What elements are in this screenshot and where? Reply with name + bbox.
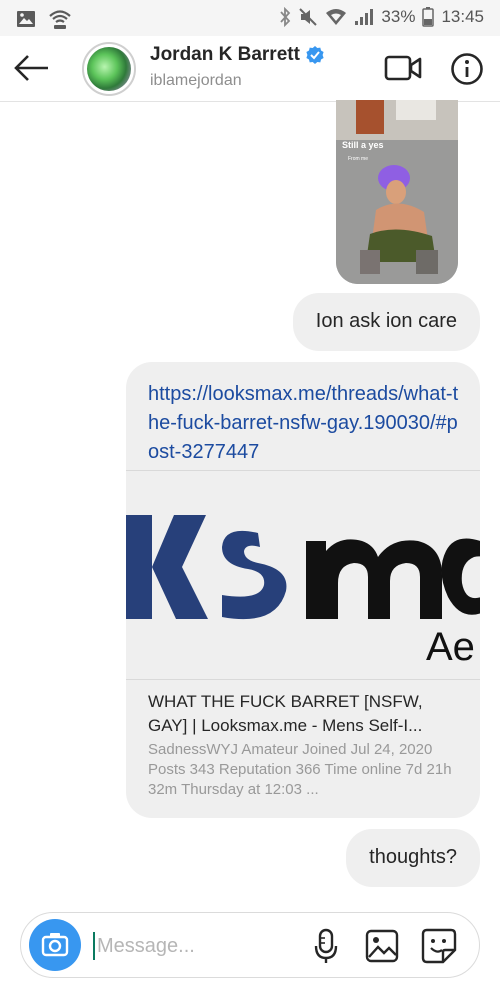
verified-badge-icon	[306, 46, 324, 64]
preview-logo-text: Ae	[426, 625, 475, 669]
chat-header: Jordan K Barrett iblamejordan	[0, 36, 500, 102]
info-icon[interactable]	[450, 52, 484, 86]
avatar[interactable]	[82, 42, 136, 96]
message-bubble[interactable]: Ion ask ion care	[292, 293, 480, 351]
battery-icon	[422, 7, 435, 27]
message-link-url[interactable]: https://looksmax.me/threads/what-the-fuc…	[148, 380, 468, 467]
story-photo	[336, 100, 458, 284]
mute-icon	[299, 8, 318, 26]
story-caption: Still a yes	[342, 140, 384, 150]
message-bubble[interactable]: thoughts?	[346, 829, 480, 887]
bluetooth-icon	[280, 7, 291, 27]
contact-name: Jordan K Barrett	[150, 44, 300, 65]
clock: 13:45	[441, 7, 484, 26]
link-preview-image[interactable]: Ae	[126, 470, 480, 680]
gallery-icon[interactable]	[365, 929, 399, 963]
avatar-image	[87, 47, 131, 91]
link-preview-description: SadnessWYJ Amateur Joined Jul 24, 2020 P…	[148, 741, 452, 798]
contact-handle: iblamejordan	[150, 72, 242, 89]
link-message-card[interactable]: https://looksmax.me/threads/what-the-fuc…	[126, 362, 480, 818]
link-preview-title: WHAT THE FUCK BARRET [NSFW, GAY] | Looks…	[148, 692, 423, 735]
message-input[interactable]	[97, 930, 297, 962]
message-composer	[20, 912, 480, 978]
camera-icon	[41, 933, 69, 957]
gallery-notification-icon	[17, 11, 35, 27]
back-arrow-icon[interactable]	[12, 50, 52, 86]
sticker-icon[interactable]	[421, 928, 457, 964]
story-reply-image[interactable]: Still a yes From me	[336, 100, 458, 284]
message-text: thoughts?	[369, 846, 457, 868]
camera-button[interactable]	[29, 919, 81, 971]
signal-icon	[355, 9, 374, 25]
message-text: Ion ask ion care	[315, 310, 457, 332]
wifi-icon	[326, 9, 347, 25]
video-call-icon[interactable]	[384, 52, 422, 84]
contact-name-row[interactable]: Jordan K Barrett	[150, 44, 325, 66]
text-cursor	[93, 932, 95, 960]
wifi-call-icon	[49, 10, 71, 29]
story-subcaption: From me	[348, 156, 368, 162]
status-bar: 33% 13:45	[0, 0, 500, 36]
battery-percent: 33%	[381, 7, 416, 26]
microphone-icon[interactable]	[313, 928, 339, 964]
